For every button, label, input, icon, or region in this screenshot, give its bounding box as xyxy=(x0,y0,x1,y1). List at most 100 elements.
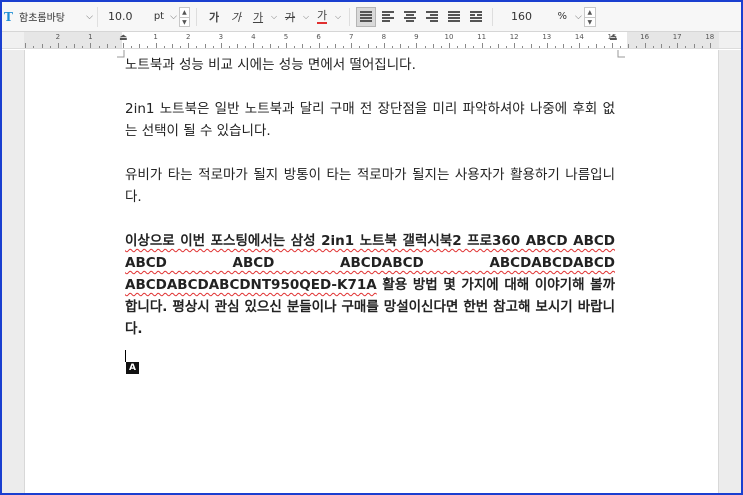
ruler-tick xyxy=(546,43,548,48)
ruler-tick xyxy=(351,43,353,48)
font-color-button[interactable]: 가 xyxy=(311,7,333,27)
ruler-track: ⏏ ⏏ 2 1 1 2 3 4 5 6 7 8 9 10 11 12 13 14 15 16 17 18 xyxy=(24,32,719,48)
ruler-tick xyxy=(74,44,76,48)
division-align-button[interactable] xyxy=(466,7,486,27)
document-scroll-area[interactable]: 노트북과 성능 비교 시에는 성능 면에서 떨어집니다. 2in1 노트북은 일… xyxy=(2,50,741,493)
ruler-tick xyxy=(228,46,230,48)
margin-corner-mark xyxy=(617,50,625,58)
horizontal-ruler[interactable]: ⏏ ⏏ 2 1 1 2 3 4 5 6 7 8 9 10 11 12 13 14 15 16 17 18 xyxy=(2,32,741,49)
ruler-tick xyxy=(318,43,320,48)
ruler-tick xyxy=(286,43,287,48)
document-page[interactable]: 노트북과 성능 비교 시에는 성능 면에서 떨어집니다. 2in1 노트북은 일… xyxy=(24,50,719,493)
ruler-tick xyxy=(237,44,239,48)
chevron-down-icon[interactable]: ⌵ xyxy=(168,12,179,22)
left-indent-marker[interactable]: ⏏ xyxy=(119,33,128,43)
ruler-tick xyxy=(310,46,312,48)
ruler-number: 5 xyxy=(283,33,289,41)
stepper-down-icon[interactable]: ▼ xyxy=(585,18,595,27)
zoom-value[interactable]: 160 xyxy=(505,10,551,23)
divider xyxy=(349,7,350,26)
document-body[interactable]: 노트북과 성능 비교 시에는 성능 면에서 떨어집니다. 2in1 노트북은 일… xyxy=(125,54,615,362)
ruler-number: 4 xyxy=(251,33,256,41)
ruler-number: 2 xyxy=(185,33,191,41)
ruler-number: 2 xyxy=(55,33,61,41)
ruler-tick xyxy=(343,46,345,48)
font-size-unit[interactable]: pt xyxy=(144,11,168,22)
ruler-tick xyxy=(375,46,377,48)
ruler-tick xyxy=(595,44,597,48)
ruler-tick xyxy=(123,43,124,48)
ruler-tick xyxy=(90,43,92,48)
input-mode-indicator: A xyxy=(126,362,139,374)
zoom-stepper[interactable]: ▲ ▼ xyxy=(583,6,596,27)
ruler-tick xyxy=(131,46,133,48)
ruler-number: 12 xyxy=(509,33,519,41)
ruler-tick xyxy=(400,44,402,48)
editor-window: T 함초롬바탕 ⌵ 10.0 pt ⌵ ▲ ▼ 가 가 가 ⌵ 가 ⌵ 가 ⌵ xyxy=(0,0,743,495)
distribute-align-button[interactable] xyxy=(444,7,464,27)
ruler-tick xyxy=(326,46,328,48)
chevron-down-icon[interactable]: ⌵ xyxy=(301,7,311,27)
zoom-field[interactable]: 160 % ⌵ ▲ ▼ xyxy=(505,6,597,27)
left-align-button[interactable] xyxy=(378,7,398,27)
italic-button[interactable]: 가 xyxy=(225,7,247,27)
ruler-tick xyxy=(359,46,361,48)
ruler-tick xyxy=(481,43,483,48)
ruler-tick xyxy=(163,46,165,48)
ruler-tick xyxy=(220,43,222,48)
ruler-tick xyxy=(620,46,622,48)
distribute-icon xyxy=(448,11,460,22)
chevron-down-icon[interactable]: ⌵ xyxy=(573,12,584,22)
ruler-tick xyxy=(155,43,157,48)
paragraph-bold: 이상으로 이번 포스팅에서는 삼성 2in1 노트북 갤럭시북2 프로360 A… xyxy=(125,230,615,340)
chevron-down-icon[interactable]: ⌵ xyxy=(82,12,97,22)
ruler-tick xyxy=(685,46,687,48)
ruler-number: 1 xyxy=(153,33,158,41)
ruler-tick xyxy=(196,46,198,48)
align-left-icon xyxy=(382,11,394,22)
ruler-tick xyxy=(82,46,84,48)
ruler-tick xyxy=(497,44,499,48)
stepper-up-icon[interactable]: ▲ xyxy=(584,8,595,18)
ruler-tick xyxy=(522,46,524,48)
ruler-tick xyxy=(302,44,304,48)
align-center-icon xyxy=(404,11,416,22)
font-size-stepper[interactable]: ▲ ▼ xyxy=(178,6,190,27)
stepper-up-icon[interactable]: ▲ xyxy=(179,8,189,18)
chevron-down-icon[interactable]: ⌵ xyxy=(333,7,343,27)
divider xyxy=(196,7,197,26)
chevron-down-icon[interactable]: ⌵ xyxy=(269,7,279,27)
ruler-tick xyxy=(652,46,654,48)
font-size-value[interactable]: 10.0 xyxy=(106,10,144,23)
font-selector[interactable]: T 함초롬바탕 ⌵ xyxy=(4,6,98,27)
ruler-tick xyxy=(514,43,516,48)
ruler-tick xyxy=(106,44,108,48)
ruler-tick xyxy=(612,43,613,48)
zoom-unit[interactable]: % xyxy=(551,11,573,22)
ruler-tick xyxy=(440,46,442,48)
ruler-tick xyxy=(530,44,532,48)
alignment-group xyxy=(356,6,486,27)
ruler-tick xyxy=(449,43,450,48)
ruler-tick xyxy=(677,43,679,48)
ruler-tick xyxy=(367,44,369,48)
stepper-down-icon[interactable]: ▼ xyxy=(180,18,189,27)
font-size-field[interactable]: 10.0 pt ⌵ ▲ ▼ xyxy=(106,6,190,27)
ruler-number: 6 xyxy=(316,33,321,41)
ruler-number: 10 xyxy=(444,33,454,41)
text-cursor xyxy=(125,350,126,362)
center-align-button[interactable] xyxy=(400,7,420,27)
ruler-tick xyxy=(33,46,35,48)
paragraph: 유비가 타는 적로마가 될지 방통이 타는 적로마가 될지는 사용자가 활용하기… xyxy=(125,167,615,205)
ruler-tick xyxy=(489,46,491,48)
ruler-tick xyxy=(603,46,605,48)
underline-button[interactable]: 가 xyxy=(247,7,269,27)
bold-button[interactable]: 가 xyxy=(203,7,225,27)
right-align-button[interactable] xyxy=(422,7,442,27)
ruler-tick xyxy=(644,43,646,48)
strikethrough-button[interactable]: 가 xyxy=(279,7,301,27)
ruler-tick xyxy=(391,46,393,48)
ruler-tick xyxy=(25,43,27,48)
ruler-number: 13 xyxy=(542,33,552,41)
justify-align-button[interactable] xyxy=(356,6,376,27)
